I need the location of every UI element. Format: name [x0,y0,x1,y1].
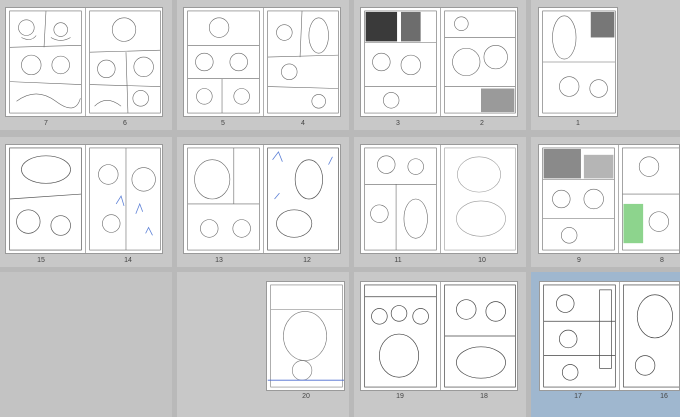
page-number-5: 5 [221,120,225,127]
page-number-14: 14 [124,257,132,264]
thumbnail-cell-9-8[interactable]: 9 8 [531,137,680,267]
page-thumb-4[interactable] [264,8,340,116]
page-thumb-17[interactable] [540,282,619,390]
page-number-17: 17 [574,393,582,400]
page-number-16: 16 [660,393,668,400]
page-thumb-1[interactable] [539,8,617,116]
spread-19-18[interactable] [360,281,518,391]
sketch-art [543,284,616,388]
spread-5-4[interactable] [183,7,341,117]
sketch-art [9,10,82,114]
sketch-art [542,10,616,114]
thumbnail-cell-19-18[interactable]: 19 18 [354,272,526,417]
thumbnail-cell-11-10[interactable]: 11 10 [354,137,526,267]
sketch-art [622,147,679,251]
spread-13-12[interactable] [183,144,341,254]
page-thumb-6[interactable] [86,8,162,116]
sketch-art [9,147,82,251]
page-thumb-5[interactable] [184,8,263,116]
spread-1[interactable] [538,7,618,117]
page-number-7: 7 [44,120,48,127]
page-thumb-12[interactable] [264,145,340,253]
sketch-art [623,284,679,388]
thumbnail-cell-7-6[interactable]: 7 6 [0,0,172,130]
page-number-1: 1 [576,120,580,127]
page-thumb-20[interactable] [267,282,344,390]
sketch-art [364,10,437,114]
page-number-4: 4 [301,120,305,127]
page-number-2: 2 [480,120,484,127]
page-thumbnail-grid: { "pages": { "p1": "1", "p2": "2", "p3":… [0,0,680,417]
sketch-art [364,284,437,388]
page-thumb-8[interactable] [619,145,679,253]
page-thumb-9[interactable] [539,145,618,253]
thumbnail-cell-13-12[interactable]: 13 12 [177,137,349,267]
page-number-11: 11 [394,257,402,264]
page-thumb-18[interactable] [441,282,517,390]
page-number-8: 8 [660,257,664,264]
sketch-art [444,10,516,114]
page-number-20: 20 [302,393,310,400]
thumbnail-cell-3-2[interactable]: 3 2 [354,0,526,130]
empty-slot [0,272,172,417]
page-thumb-19[interactable] [361,282,440,390]
page-number-9: 9 [577,257,581,264]
thumbnail-cell-20[interactable]: 20 [177,272,349,417]
spread-9-8[interactable] [538,144,680,254]
spread-17-16[interactable] [539,281,680,391]
sketch-art [542,147,615,251]
sketch-art [267,147,339,251]
page-number-3: 3 [396,120,400,127]
sketch-art [267,10,339,114]
page-thumb-15[interactable] [6,145,85,253]
page-number-13: 13 [215,257,223,264]
sketch-art [444,147,516,251]
page-thumb-11[interactable] [361,145,440,253]
thumbnail-cell-5-4[interactable]: 5 4 [177,0,349,130]
thumbnail-cell-17-16[interactable]: 17 16 [531,272,680,417]
spread-3-2[interactable] [360,7,518,117]
spread-7-6[interactable] [5,7,163,117]
page-thumb-16[interactable] [620,282,679,390]
page-thumb-10[interactable] [441,145,517,253]
sketch-art [187,10,260,114]
sketch-art [89,147,161,251]
page-thumb-13[interactable] [184,145,263,253]
spread-11-10[interactable] [360,144,518,254]
spread-15-14[interactable] [5,144,163,254]
page-number-10: 10 [478,257,486,264]
page-number-18: 18 [480,393,488,400]
sketch-art [89,10,161,114]
page-thumb-3[interactable] [361,8,440,116]
page-number-15: 15 [37,257,45,264]
thumbnail-cell-15-14[interactable]: 15 14 [0,137,172,267]
page-thumb-2[interactable] [441,8,517,116]
thumbnail-cell-1[interactable]: 1 [531,0,680,130]
sketch-art [267,284,344,388]
sketch-art [364,147,437,251]
sketch-art [444,284,516,388]
page-number-6: 6 [123,120,127,127]
page-number-12: 12 [303,257,311,264]
page-thumb-14[interactable] [86,145,162,253]
page-number-19: 19 [396,393,404,400]
spread-20[interactable] [266,281,345,391]
sketch-art [187,147,260,251]
page-thumb-7[interactable] [6,8,85,116]
